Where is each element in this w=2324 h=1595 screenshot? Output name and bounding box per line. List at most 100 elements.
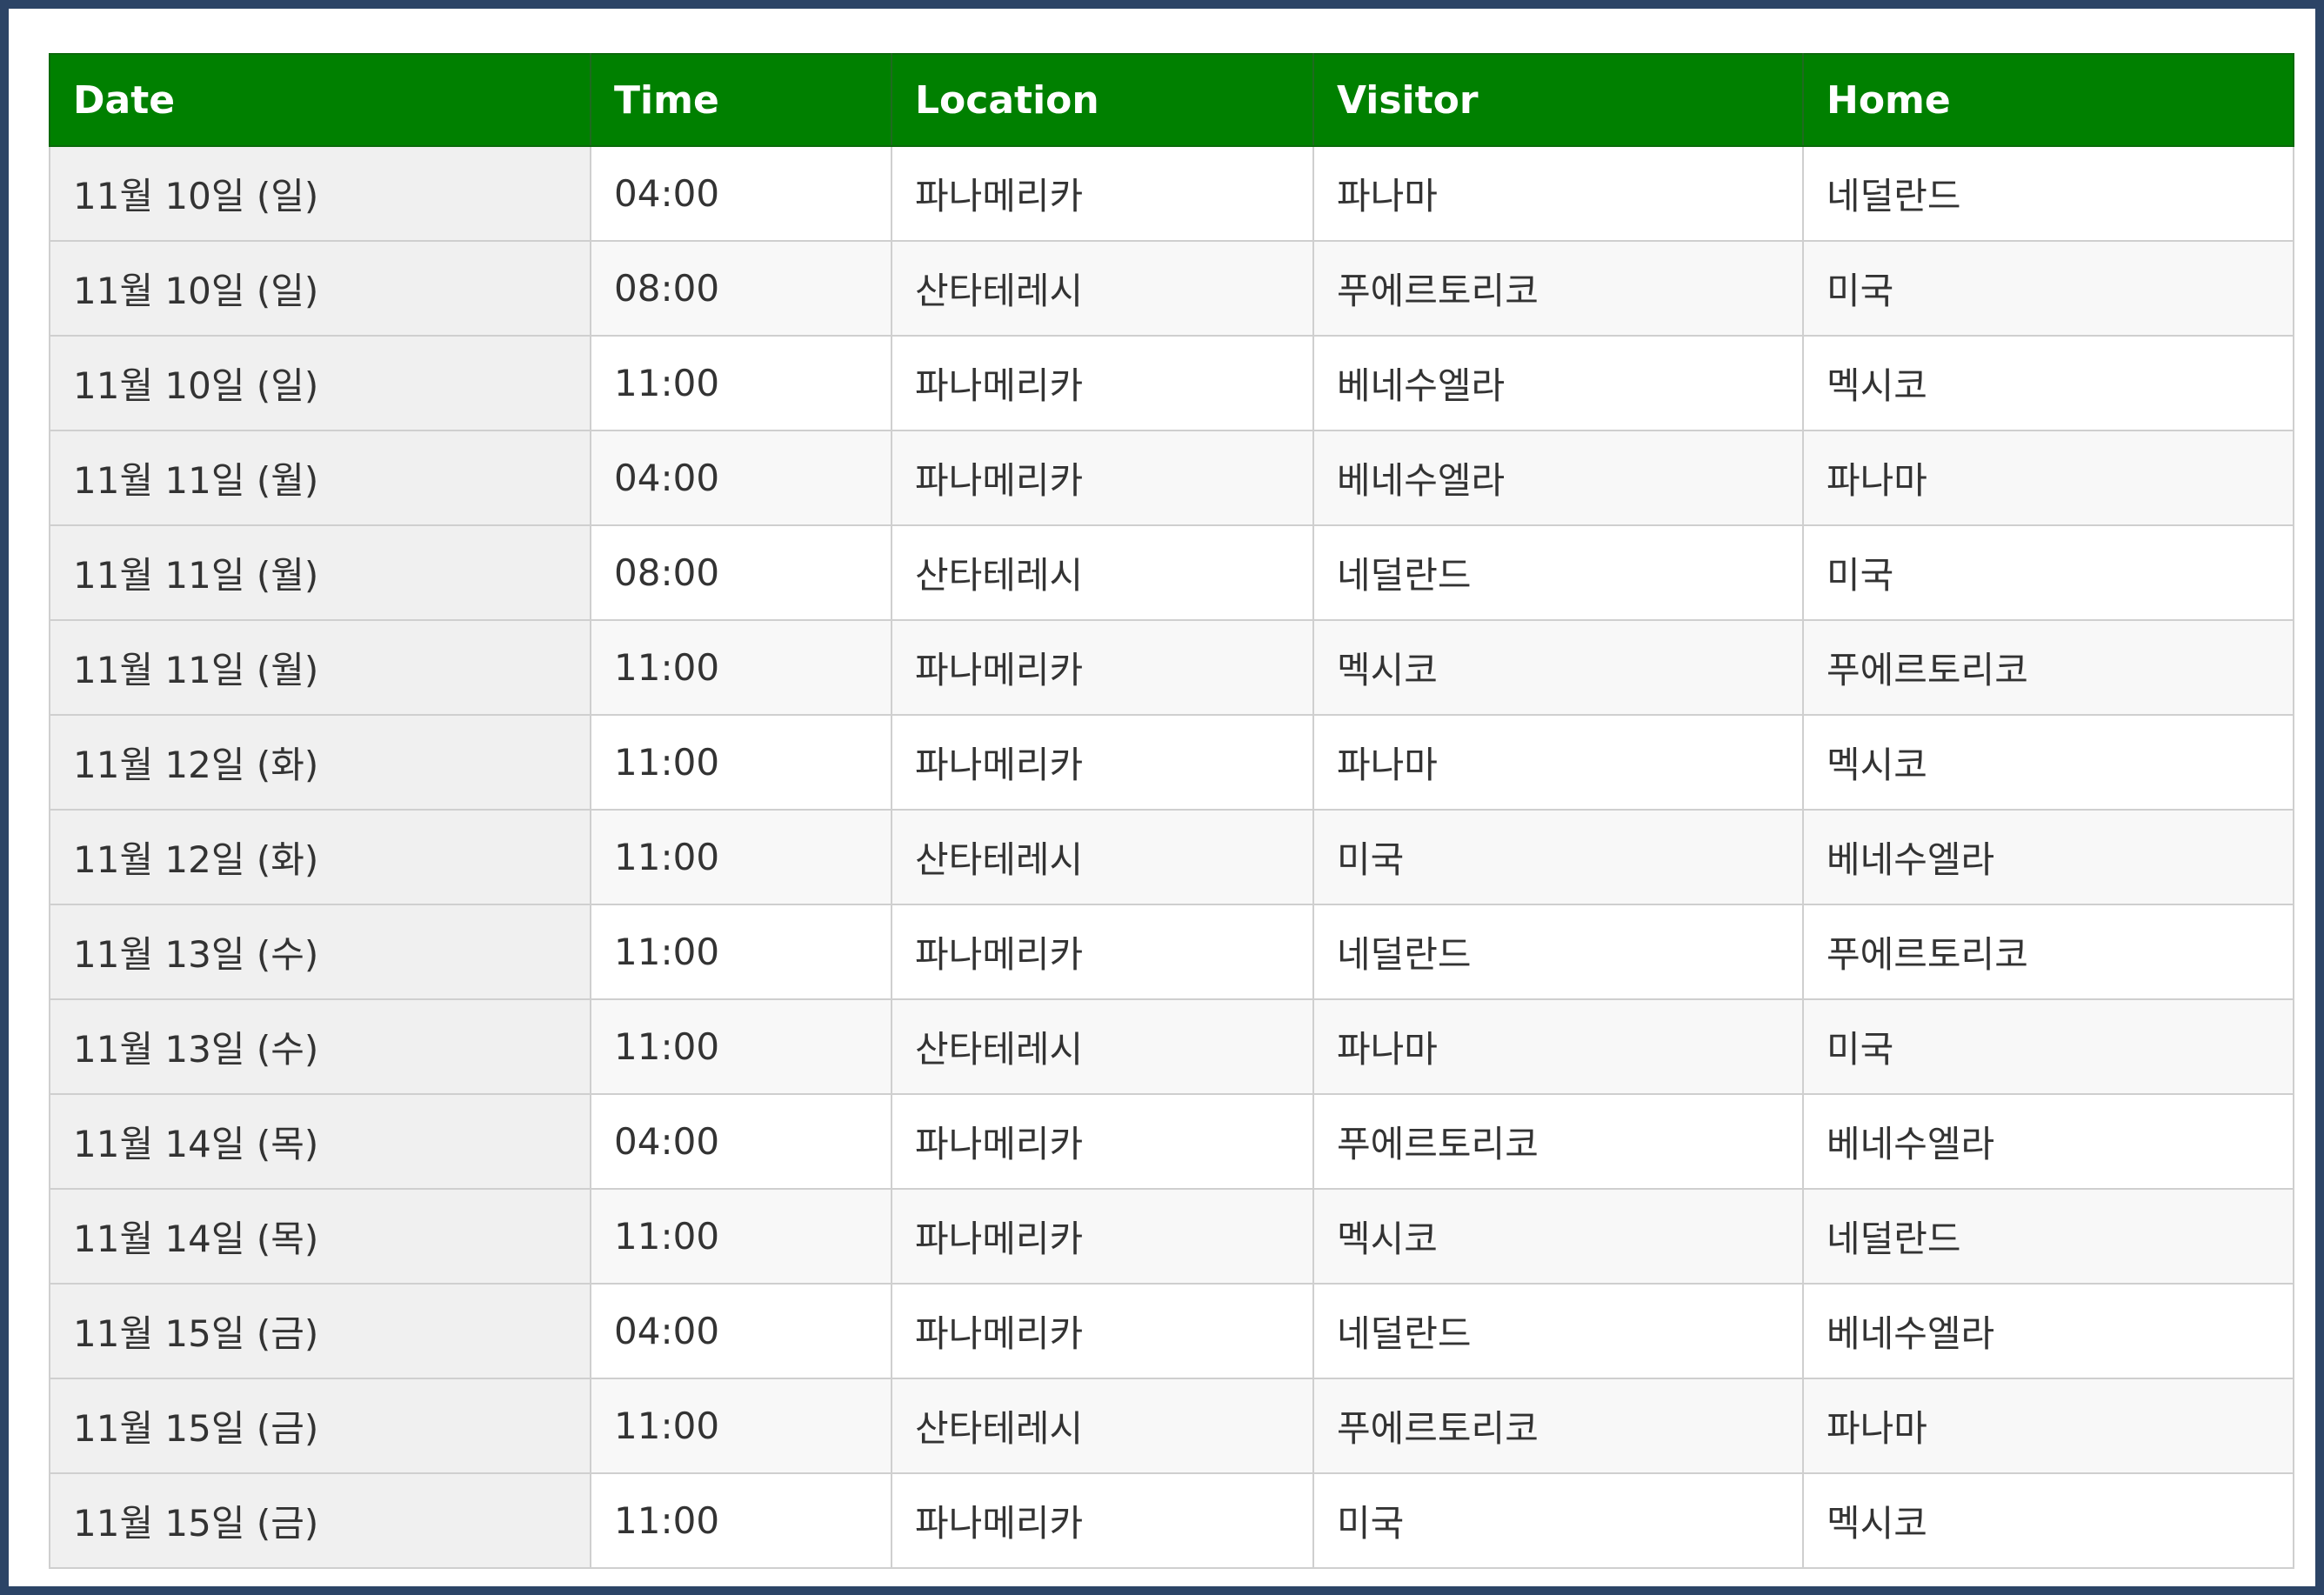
date-cell: 11월 10일 (일) <box>49 145 591 242</box>
date-cell: 11월 10일 (일) <box>49 335 591 431</box>
home-cell: 네덜란드 <box>1802 145 2294 242</box>
table-row: 11월 15일 (금) 04:00 파나메리카 네덜란드 베네수엘라 <box>49 1283 2294 1379</box>
location-cell: 파나메리카 <box>891 1188 1314 1285</box>
time-cell: 11:00 <box>590 998 892 1095</box>
location-cell: 산타테레시 <box>891 809 1314 905</box>
visitor-cell: 네덜란드 <box>1312 1283 1804 1379</box>
home-cell: 베네수엘라 <box>1802 1093 2294 1190</box>
table-row: 11월 14일 (목) 04:00 파나메리카 푸에르토리코 베네수엘라 <box>49 1093 2294 1190</box>
time-cell: 11:00 <box>590 1378 892 1474</box>
date-cell: 11월 12일 (화) <box>49 809 591 905</box>
table-row: 11월 15일 (금) 11:00 산타테레시 푸에르토리코 파나마 <box>49 1378 2294 1474</box>
date-cell: 11월 14일 (목) <box>49 1093 591 1190</box>
home-cell: 미국 <box>1802 240 2294 337</box>
schedule-table: Date Time Location Visitor Home 11월 10일 … <box>49 53 2294 1569</box>
date-cell: 11월 11일 (월) <box>49 430 591 526</box>
header-date: Date <box>49 53 591 147</box>
location-cell: 파나메리카 <box>891 619 1314 716</box>
visitor-cell: 파나마 <box>1312 145 1804 242</box>
visitor-cell: 푸에르토리코 <box>1312 240 1804 337</box>
table-row: 11월 14일 (목) 11:00 파나메리카 멕시코 네덜란드 <box>49 1188 2294 1285</box>
visitor-cell: 푸에르토리코 <box>1312 1378 1804 1474</box>
header-visitor: Visitor <box>1313 53 1804 147</box>
location-cell: 파나메리카 <box>891 1472 1314 1569</box>
location-cell: 파나메리카 <box>891 335 1314 431</box>
location-cell: 파나메리카 <box>891 1093 1314 1190</box>
date-cell: 11월 15일 (금) <box>49 1283 591 1379</box>
table-row: 11월 10일 (일) 08:00 산타테레시 푸에르토리코 미국 <box>49 240 2294 337</box>
location-cell: 산타테레시 <box>891 1378 1314 1474</box>
home-cell: 미국 <box>1802 998 2294 1095</box>
date-cell: 11월 10일 (일) <box>49 240 591 337</box>
visitor-cell: 파나마 <box>1312 998 1804 1095</box>
time-cell: 04:00 <box>590 1093 892 1190</box>
visitor-cell: 푸에르토리코 <box>1312 1093 1804 1190</box>
date-cell: 11월 11일 (월) <box>49 619 591 716</box>
date-cell: 11월 13일 (수) <box>49 998 591 1095</box>
page-frame: Date Time Location Visitor Home 11월 10일 … <box>0 0 2324 1595</box>
header-home: Home <box>1803 53 2294 147</box>
time-cell: 11:00 <box>590 1472 892 1569</box>
table-row: 11월 10일 (일) 04:00 파나메리카 파나마 네덜란드 <box>49 145 2294 242</box>
visitor-cell: 네덜란드 <box>1312 904 1804 1000</box>
visitor-cell: 베네수엘라 <box>1312 430 1804 526</box>
visitor-cell: 베네수엘라 <box>1312 335 1804 431</box>
time-cell: 11:00 <box>590 1188 892 1285</box>
location-cell: 파나메리카 <box>891 1283 1314 1379</box>
table-row: 11월 11일 (월) 04:00 파나메리카 베네수엘라 파나마 <box>49 430 2294 526</box>
home-cell: 멕시코 <box>1802 1472 2294 1569</box>
time-cell: 11:00 <box>590 809 892 905</box>
table-row: 11월 12일 (화) 11:00 산타테레시 미국 베네수엘라 <box>49 809 2294 905</box>
visitor-cell: 네덜란드 <box>1312 524 1804 621</box>
table-header: Date Time Location Visitor Home <box>49 53 2294 147</box>
location-cell: 파나메리카 <box>891 714 1314 811</box>
home-cell: 파나마 <box>1802 430 2294 526</box>
time-cell: 08:00 <box>590 240 892 337</box>
home-cell: 푸에르토리코 <box>1802 619 2294 716</box>
time-cell: 11:00 <box>590 619 892 716</box>
table-row: 11월 15일 (금) 11:00 파나메리카 미국 멕시코 <box>49 1472 2294 1569</box>
date-cell: 11월 11일 (월) <box>49 524 591 621</box>
visitor-cell: 미국 <box>1312 1472 1804 1569</box>
date-cell: 11월 14일 (목) <box>49 1188 591 1285</box>
home-cell: 미국 <box>1802 524 2294 621</box>
header-location: Location <box>892 53 1314 147</box>
home-cell: 멕시코 <box>1802 335 2294 431</box>
home-cell: 네덜란드 <box>1802 1188 2294 1285</box>
date-cell: 11월 13일 (수) <box>49 904 591 1000</box>
table-body: 11월 10일 (일) 04:00 파나메리카 파나마 네덜란드 11월 10일… <box>49 145 2294 1569</box>
time-cell: 04:00 <box>590 1283 892 1379</box>
table-row: 11월 11일 (월) 11:00 파나메리카 멕시코 푸에르토리코 <box>49 619 2294 716</box>
visitor-cell: 미국 <box>1312 809 1804 905</box>
time-cell: 04:00 <box>590 430 892 526</box>
header-row: Date Time Location Visitor Home <box>49 53 2294 147</box>
table-row: 11월 13일 (수) 11:00 산타테레시 파나마 미국 <box>49 998 2294 1095</box>
location-cell: 파나메리카 <box>891 145 1314 242</box>
date-cell: 11월 15일 (금) <box>49 1472 591 1569</box>
header-time: Time <box>591 53 892 147</box>
time-cell: 04:00 <box>590 145 892 242</box>
table-row: 11월 12일 (화) 11:00 파나메리카 파나마 멕시코 <box>49 714 2294 811</box>
location-cell: 파나메리카 <box>891 430 1314 526</box>
table-row: 11월 13일 (수) 11:00 파나메리카 네덜란드 푸에르토리코 <box>49 904 2294 1000</box>
location-cell: 산타테레시 <box>891 240 1314 337</box>
visitor-cell: 파나마 <box>1312 714 1804 811</box>
home-cell: 푸에르토리코 <box>1802 904 2294 1000</box>
home-cell: 베네수엘라 <box>1802 1283 2294 1379</box>
time-cell: 11:00 <box>590 335 892 431</box>
date-cell: 11월 15일 (금) <box>49 1378 591 1474</box>
visitor-cell: 멕시코 <box>1312 1188 1804 1285</box>
table-row: 11월 11일 (월) 08:00 산타테레시 네덜란드 미국 <box>49 524 2294 621</box>
home-cell: 베네수엘라 <box>1802 809 2294 905</box>
table-row: 11월 10일 (일) 11:00 파나메리카 베네수엘라 멕시코 <box>49 335 2294 431</box>
location-cell: 파나메리카 <box>891 904 1314 1000</box>
visitor-cell: 멕시코 <box>1312 619 1804 716</box>
date-cell: 11월 12일 (화) <box>49 714 591 811</box>
home-cell: 멕시코 <box>1802 714 2294 811</box>
time-cell: 11:00 <box>590 714 892 811</box>
time-cell: 11:00 <box>590 904 892 1000</box>
location-cell: 산타테레시 <box>891 524 1314 621</box>
time-cell: 08:00 <box>590 524 892 621</box>
location-cell: 산타테레시 <box>891 998 1314 1095</box>
home-cell: 파나마 <box>1802 1378 2294 1474</box>
